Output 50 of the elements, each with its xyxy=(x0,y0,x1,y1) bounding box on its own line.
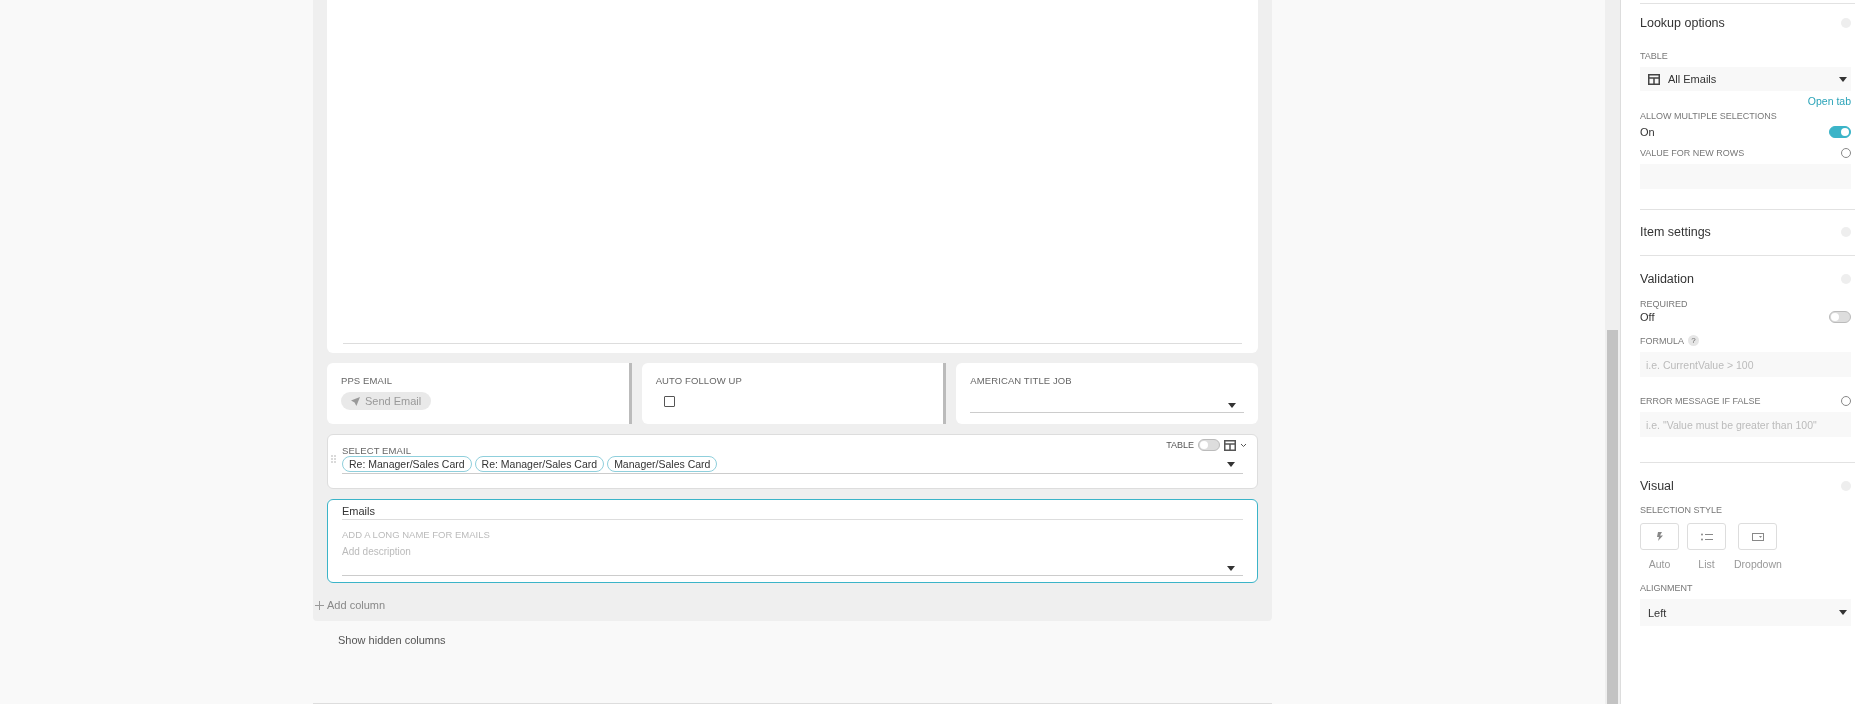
toggle-value: On xyxy=(1640,126,1655,138)
field-label: AMERICAN TITLE JOB xyxy=(970,375,1073,386)
alignment-dropdown[interactable]: Left xyxy=(1640,599,1851,626)
send-email-button[interactable]: Send Email xyxy=(341,392,432,410)
drag-handle-icon[interactable] xyxy=(331,455,336,464)
field-label: ERROR MESSAGE IF FALSE xyxy=(1640,396,1761,406)
open-table-link[interactable]: Open tab xyxy=(1807,95,1851,107)
table-icon xyxy=(1648,73,1660,85)
chevron-icon[interactable] xyxy=(1240,442,1247,448)
send-icon xyxy=(351,396,360,406)
field-label: SELECT EMAIL xyxy=(342,445,412,456)
caret-icon xyxy=(1839,610,1847,615)
field-label: ALLOW MULTIPLE SELECTIONS xyxy=(1640,111,1778,121)
table-dropdown[interactable]: All Emails xyxy=(1640,67,1851,91)
caret-icon xyxy=(1839,76,1847,82)
caret-icon xyxy=(1228,402,1236,408)
field-label: REQUIRED xyxy=(1640,299,1689,309)
column-name-field[interactable]: Emails xyxy=(342,505,1243,520)
error-message-field[interactable]: i.e. "Value must be greater than 100" xyxy=(1640,412,1851,437)
field-label: ALIGNMENT xyxy=(1640,583,1694,593)
description-field[interactable]: Add description xyxy=(342,546,1243,557)
scrollbar[interactable] xyxy=(1607,330,1618,704)
section-title: Lookup options xyxy=(1640,16,1725,30)
lightning-icon xyxy=(1656,532,1663,541)
add-column-button[interactable]: Add column xyxy=(315,599,386,611)
dropdown-icon xyxy=(1751,532,1764,541)
caret-icon xyxy=(1227,461,1235,467)
toggle-value: Off xyxy=(1640,311,1655,323)
selection-style-option[interactable]: Dropdown xyxy=(1734,523,1782,570)
field-label: TABLE xyxy=(1640,51,1669,61)
help-badge[interactable]: ? xyxy=(1688,335,1699,346)
checkbox[interactable] xyxy=(663,396,675,407)
field-label: FORMULA xyxy=(1640,335,1684,346)
field-label: VALUE FOR NEW ROWS xyxy=(1640,148,1745,158)
select-email-field[interactable]: SELECT EMAIL TABLE Re: Manager/Sales Card Re: Manager/Sales Card Manager/Sales Card xyxy=(327,434,1258,489)
section-title: Visual xyxy=(1640,479,1674,493)
table-icon xyxy=(1224,439,1236,451)
caret-icon xyxy=(1227,565,1235,571)
section-title: Validation xyxy=(1640,272,1694,286)
list-icon xyxy=(1700,532,1713,541)
table-toggle[interactable] xyxy=(1198,439,1220,451)
show-hidden-columns-link[interactable]: Show hidden columns xyxy=(338,634,446,646)
plus-icon xyxy=(315,600,324,610)
table-toggle-label: TABLE xyxy=(1166,440,1194,450)
required-toggle[interactable] xyxy=(1829,311,1851,323)
field-label: AUTO FOLLOW UP xyxy=(655,375,743,386)
field-label: PPS EMAIL xyxy=(341,375,394,386)
multiple-toggle[interactable] xyxy=(1829,126,1851,138)
section-title: Item settings xyxy=(1640,225,1711,239)
field-label: SELECTION STYLE xyxy=(1640,505,1724,515)
